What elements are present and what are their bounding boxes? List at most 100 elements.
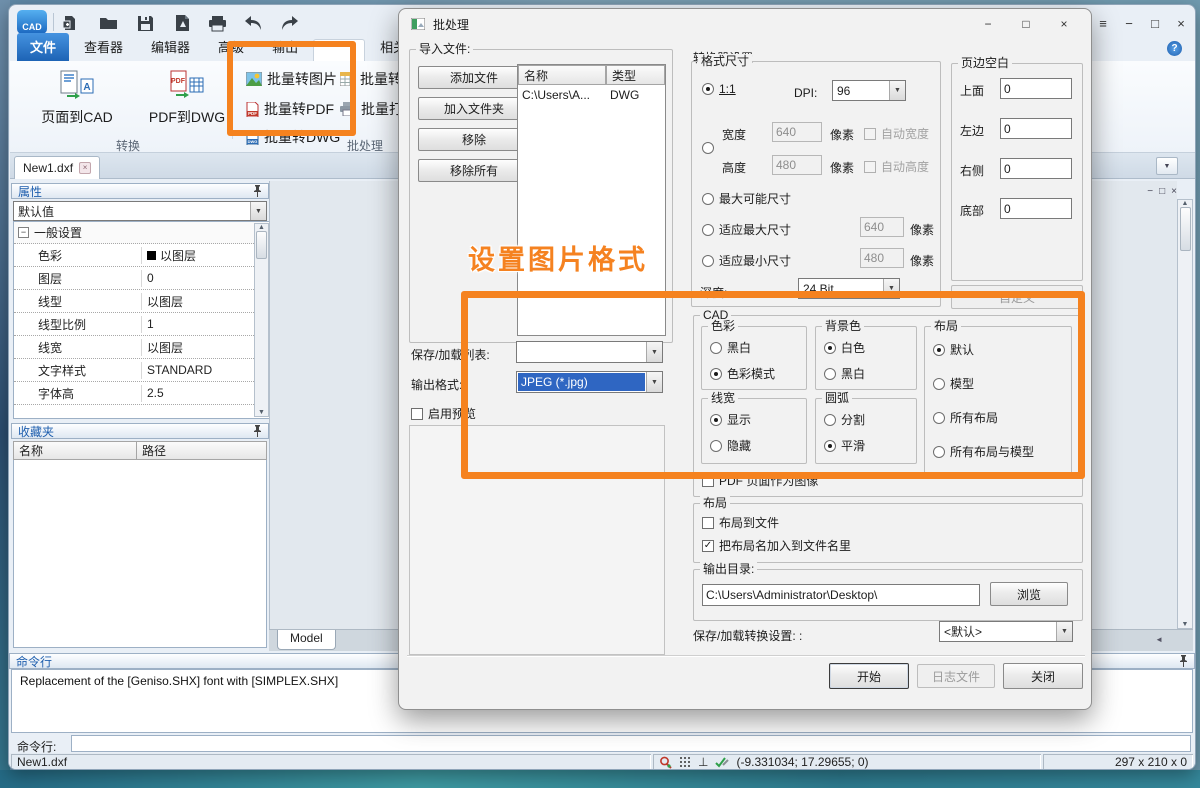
properties-header-label: 属性 — [18, 183, 42, 200]
help-icon[interactable]: ? — [1167, 41, 1182, 56]
mdi-restore-icon[interactable]: □ — [1159, 186, 1165, 197]
add-folder-button[interactable]: 加入文件夹 — [418, 97, 530, 120]
canvas-vertical-scrollbar[interactable]: ▲ ▼ — [1177, 199, 1193, 629]
output-directory-input[interactable]: C:\Users\Administrator\Desktop\ — [702, 584, 980, 606]
start-button[interactable]: 开始 — [829, 663, 909, 689]
dpi-combo[interactable]: 96 ▼ — [832, 80, 906, 101]
dialog-maximize-button[interactable]: □ — [1011, 13, 1041, 35]
menu-icon[interactable]: ≡ — [1091, 13, 1115, 33]
pin-icon[interactable] — [253, 425, 262, 437]
page-to-cad-button[interactable]: A 页面到CAD — [24, 69, 130, 131]
file-list-row[interactable]: C:\Users\A... DWG — [518, 85, 665, 105]
command-input[interactable] — [71, 735, 1191, 752]
list-column-type[interactable]: 类型 — [606, 65, 665, 85]
dropdown-arrow-icon[interactable]: ▼ — [250, 202, 266, 220]
layout-to-file-checkbox[interactable]: 布局到文件 — [702, 514, 779, 531]
window-minimize-button[interactable]: − — [1117, 13, 1141, 33]
dialog-separator — [407, 655, 1085, 656]
height-input[interactable]: 480 — [772, 155, 822, 175]
mdi-close-icon[interactable]: × — [1171, 186, 1177, 197]
favorites-column-path[interactable]: 路径 — [136, 441, 267, 460]
auto-height-checkbox[interactable]: 自动高度 — [864, 158, 929, 175]
property-row[interactable]: 线宽 以图层 — [14, 336, 270, 359]
print-icon[interactable] — [206, 13, 228, 33]
app-logo[interactable]: CAD — [17, 10, 47, 34]
pdf-to-dwg-button[interactable]: PDF PDF到DWG — [134, 69, 240, 131]
dialog-close-button[interactable]: × — [1049, 13, 1079, 35]
tab-file[interactable]: 文件 — [17, 33, 69, 61]
pdf-export-icon[interactable] — [171, 13, 193, 33]
property-row[interactable]: 色彩 以图层 — [14, 244, 270, 267]
scroll-thumb[interactable] — [1180, 207, 1191, 251]
scroll-thumb[interactable] — [256, 231, 267, 259]
fit-max-input[interactable]: 640 — [860, 217, 904, 237]
radio-fit-max[interactable]: 适应最大尺寸 — [702, 221, 791, 238]
browse-button[interactable]: 浏览 — [990, 582, 1068, 606]
group-label-convert: 转换 — [24, 137, 232, 154]
favorites-column-name[interactable]: 名称 — [13, 441, 137, 460]
properties-scrollbar[interactable]: ▲ ▼ — [254, 223, 269, 417]
radio-fit-min[interactable]: 适应最小尺寸 — [702, 252, 791, 269]
tab-editor[interactable]: 编辑器 — [138, 33, 203, 61]
favorites-list[interactable] — [13, 460, 267, 648]
mdi-minimize-icon[interactable]: − — [1147, 186, 1153, 197]
property-row[interactable]: 线型比例 1 — [14, 313, 270, 336]
save-icon[interactable] — [134, 13, 156, 33]
model-tab[interactable]: Model — [277, 630, 336, 650]
add-file-button[interactable]: 添加文件 — [418, 66, 530, 89]
svg-text:A: A — [83, 82, 90, 93]
log-file-button[interactable]: 日志文件 — [917, 664, 995, 688]
dialog-minimize-button[interactable]: − — [973, 13, 1003, 35]
open-folder-icon[interactable] — [97, 13, 119, 33]
draw-check-icon[interactable] — [715, 756, 729, 768]
radio-one-to-one[interactable]: 1:1 — [702, 82, 736, 96]
dialog-title-bar[interactable]: 批处理 − □ × — [399, 9, 1091, 39]
undo-icon[interactable] — [242, 13, 264, 33]
scroll-left-icon[interactable]: ◄ — [1155, 630, 1163, 644]
window-maximize-button[interactable]: □ — [1143, 13, 1167, 33]
auto-width-checkbox[interactable]: 自动宽度 — [864, 125, 929, 142]
zoom-search-icon[interactable] — [659, 756, 672, 769]
radio-custom-size[interactable] — [702, 142, 714, 154]
radio-max-possible[interactable]: 最大可能尺寸 — [702, 190, 791, 207]
property-row[interactable]: 文字样式 STANDARD — [14, 359, 270, 382]
redo-icon[interactable] — [279, 13, 301, 33]
scroll-up-icon[interactable]: ▲ — [1182, 200, 1189, 207]
property-row[interactable]: 线型 以图层 — [14, 290, 270, 313]
margin-right-input[interactable]: 0 — [1000, 158, 1072, 179]
append-layout-name-checkbox[interactable]: ✓ 把布局名加入到文件名里 — [702, 537, 851, 554]
properties-preset-combo[interactable]: 默认值 ▼ — [13, 201, 267, 221]
scroll-down-icon[interactable]: ▼ — [258, 409, 265, 416]
fit-min-input[interactable]: 480 — [860, 248, 904, 268]
tab-viewer[interactable]: 查看器 — [71, 33, 136, 61]
fit-min-label: 适应最小尺寸 — [719, 252, 791, 269]
pin-icon[interactable] — [1179, 655, 1188, 667]
remove-all-button[interactable]: 移除所有 — [418, 159, 530, 182]
document-tab[interactable]: New1.dxf × — [14, 156, 100, 179]
property-row[interactable]: 图层 0 — [14, 267, 270, 290]
panel-chevron-icon[interactable]: ▼ — [1156, 157, 1178, 175]
ortho-icon[interactable]: ⊥ — [698, 755, 708, 769]
close-dialog-button[interactable]: 关闭 — [1003, 663, 1083, 689]
grid-snap-icon[interactable] — [679, 756, 691, 768]
height-label: 高度 — [722, 159, 746, 176]
property-value: 2.5 — [142, 386, 270, 400]
document-tab-close-icon[interactable]: × — [79, 162, 91, 174]
width-input[interactable]: 640 — [772, 122, 822, 142]
remove-button[interactable]: 移除 — [418, 128, 530, 151]
dropdown-arrow-icon[interactable]: ▼ — [889, 81, 905, 100]
collapse-icon[interactable]: − — [18, 227, 29, 238]
property-row[interactable]: 字体高 2.5 — [14, 382, 270, 405]
margin-left-input[interactable]: 0 — [1000, 118, 1072, 139]
window-close-button[interactable]: × — [1169, 13, 1193, 33]
list-column-name[interactable]: 名称 — [518, 65, 606, 85]
margin-top-input[interactable]: 0 — [1000, 78, 1072, 99]
save-settings-combo[interactable]: <默认> ▼ — [939, 621, 1073, 642]
dropdown-arrow-icon[interactable]: ▼ — [1056, 622, 1072, 641]
scroll-down-icon[interactable]: ▼ — [1182, 621, 1189, 628]
scroll-up-icon[interactable]: ▲ — [258, 224, 265, 231]
properties-section-row[interactable]: − 一般设置 — [14, 222, 270, 244]
margin-bottom-input[interactable]: 0 — [1000, 198, 1072, 219]
new-file-icon[interactable] — [59, 13, 81, 33]
pin-icon[interactable] — [253, 185, 262, 197]
